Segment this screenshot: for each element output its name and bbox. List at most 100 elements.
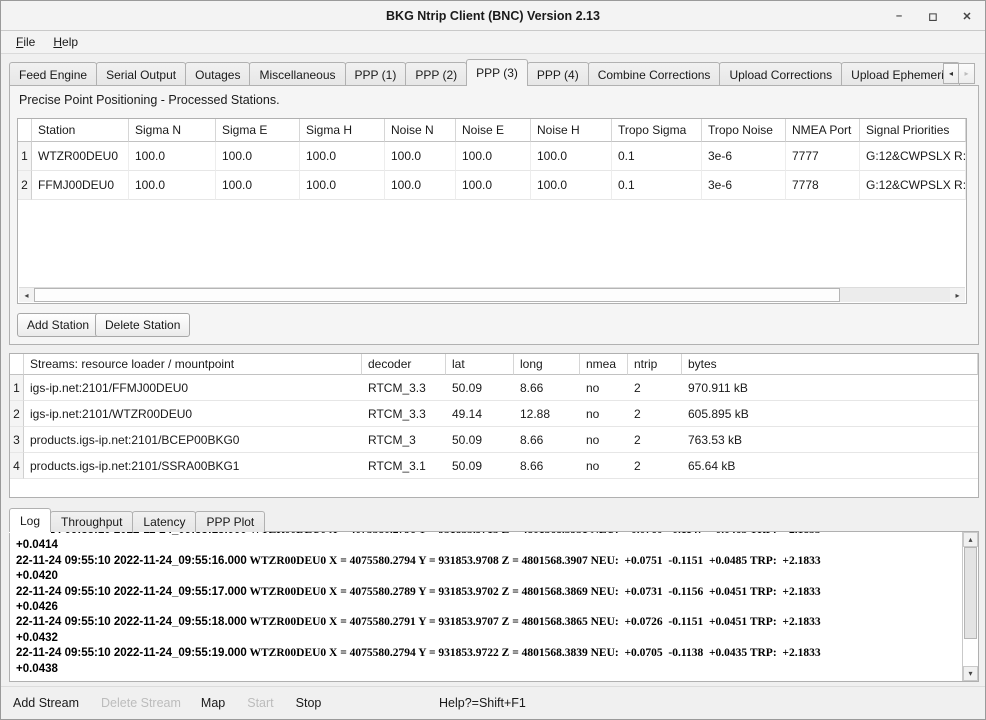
stop-button[interactable]: Stop	[292, 696, 326, 710]
cell-tropo-sigma[interactable]: 0.1	[612, 171, 702, 200]
tab-ppp-1[interactable]: PPP (1)	[345, 62, 407, 86]
column-header-station[interactable]: Station	[32, 119, 129, 142]
cell-decoder[interactable]: RTCM_3	[362, 427, 446, 453]
map-button[interactable]: Map	[197, 696, 229, 710]
cell-sigma-e[interactable]: 100.0	[216, 142, 300, 171]
column-header-sigma-h[interactable]: Sigma H	[300, 119, 385, 142]
hscroll-track[interactable]	[34, 288, 950, 302]
cell-long[interactable]: 8.66	[514, 375, 580, 401]
row-number[interactable]: 4	[10, 453, 24, 479]
cell-lat[interactable]: 50.09	[446, 453, 514, 479]
cell-bytes[interactable]: 763.53 kB	[682, 427, 978, 453]
cell-sigma-n[interactable]: 100.0	[129, 142, 216, 171]
tab-combine-corrections[interactable]: Combine Corrections	[588, 62, 721, 86]
cell-bytes[interactable]: 65.64 kB	[682, 453, 978, 479]
scroll-down-arrow-icon[interactable]: ▾	[963, 666, 978, 681]
minimize-icon[interactable]: –	[891, 8, 907, 24]
tab-outages[interactable]: Outages	[185, 62, 250, 86]
cell-station[interactable]: FFMJ00DEU0	[32, 171, 129, 200]
cell-noise-n[interactable]: 100.0	[385, 171, 456, 200]
row-number[interactable]: 1	[10, 375, 24, 401]
column-header-rownum[interactable]	[10, 354, 24, 375]
row-number[interactable]: 1	[18, 142, 32, 171]
delete-station-button[interactable]: Delete Station	[95, 313, 190, 337]
tab-ppp-4[interactable]: PPP (4)	[527, 62, 589, 86]
vscroll-thumb[interactable]	[964, 547, 977, 639]
cell-ntrip[interactable]: 2	[628, 427, 682, 453]
column-header-noise-e[interactable]: Noise E	[456, 119, 531, 142]
maximize-icon[interactable]: ◻	[925, 8, 941, 24]
column-header-signal-priorities[interactable]: Signal Priorities	[860, 119, 966, 142]
cell-lat[interactable]: 50.09	[446, 375, 514, 401]
cell-noise-e[interactable]: 100.0	[456, 142, 531, 171]
cell-long[interactable]: 8.66	[514, 427, 580, 453]
bottom-tab-ppp-plot[interactable]: PPP Plot	[195, 511, 265, 532]
cell-noise-e[interactable]: 100.0	[456, 171, 531, 200]
hscroll-thumb[interactable]	[34, 288, 840, 302]
cell-lat[interactable]: 49.14	[446, 401, 514, 427]
cell-bytes[interactable]: 970.911 kB	[682, 375, 978, 401]
cell-sigma-h[interactable]: 100.0	[300, 142, 385, 171]
row-number[interactable]: 3	[10, 427, 24, 453]
cell-signal-priorities[interactable]: G:12&CWPSLX R:12	[860, 171, 966, 200]
column-header-nmea[interactable]: nmea	[580, 354, 628, 375]
cell-nmea[interactable]: no	[580, 427, 628, 453]
row-number[interactable]: 2	[18, 171, 32, 200]
cell-signal-priorities[interactable]: G:12&CWPSLX R:12	[860, 142, 966, 171]
column-header-ntrip[interactable]: ntrip	[628, 354, 682, 375]
column-header-bytes[interactable]: bytes	[682, 354, 978, 375]
cell-noise-h[interactable]: 100.0	[531, 171, 612, 200]
cell-streams-resource-loader-mountpoint[interactable]: products.igs-ip.net:2101/BCEP00BKG0	[24, 427, 362, 453]
close-icon[interactable]: ✕	[959, 8, 975, 24]
bottom-tab-latency[interactable]: Latency	[132, 511, 196, 532]
bottom-tab-throughput[interactable]: Throughput	[50, 511, 133, 532]
column-header-rownum[interactable]	[18, 119, 32, 142]
stream-row[interactable]: 2igs-ip.net:2101/WTZR00DEU0RTCM_3.349.14…	[10, 401, 978, 427]
menu-item-help[interactable]: Help	[46, 33, 85, 51]
log-panel[interactable]: 22-11-24 09:55:10 2022-11-24_09:55:15.00…	[9, 531, 979, 682]
scroll-up-arrow-icon[interactable]: ▴	[963, 532, 978, 547]
cell-nmea[interactable]: no	[580, 375, 628, 401]
cell-tropo-noise[interactable]: 3e-6	[702, 171, 786, 200]
cell-lat[interactable]: 50.09	[446, 427, 514, 453]
bottom-tab-log[interactable]: Log	[9, 508, 51, 532]
tab-feed-engine[interactable]: Feed Engine	[9, 62, 97, 86]
log-vertical-scrollbar[interactable]: ▴ ▾	[962, 532, 978, 681]
cell-nmea-port[interactable]: 7778	[786, 171, 860, 200]
cell-station[interactable]: WTZR00DEU0	[32, 142, 129, 171]
cell-bytes[interactable]: 605.895 kB	[682, 401, 978, 427]
cell-nmea[interactable]: no	[580, 453, 628, 479]
tab-serial-output[interactable]: Serial Output	[96, 62, 186, 86]
tab-scroll-left-button[interactable]: ◂	[943, 63, 959, 84]
cell-sigma-n[interactable]: 100.0	[129, 171, 216, 200]
column-header-noise-n[interactable]: Noise N	[385, 119, 456, 142]
scroll-left-arrow-icon[interactable]: ◂	[19, 288, 34, 302]
add-stream-button[interactable]: Add Stream	[9, 696, 83, 710]
cell-ntrip[interactable]: 2	[628, 401, 682, 427]
tab-scroll-right-button[interactable]: ▸	[959, 63, 975, 84]
cell-ntrip[interactable]: 2	[628, 453, 682, 479]
stations-horizontal-scrollbar[interactable]: ◂ ▸	[19, 287, 965, 302]
station-row[interactable]: 1WTZR00DEU0100.0100.0100.0100.0100.0100.…	[18, 142, 966, 171]
cell-tropo-sigma[interactable]: 0.1	[612, 142, 702, 171]
cell-decoder[interactable]: RTCM_3.1	[362, 453, 446, 479]
cell-streams-resource-loader-mountpoint[interactable]: igs-ip.net:2101/WTZR00DEU0	[24, 401, 362, 427]
menu-item-file[interactable]: File	[9, 33, 42, 51]
column-header-sigma-n[interactable]: Sigma N	[129, 119, 216, 142]
title-bar[interactable]: BKG Ntrip Client (BNC) Version 2.13 – ◻ …	[1, 1, 985, 31]
cell-decoder[interactable]: RTCM_3.3	[362, 375, 446, 401]
cell-long[interactable]: 8.66	[514, 453, 580, 479]
add-station-button[interactable]: Add Station	[17, 313, 99, 337]
row-number[interactable]: 2	[10, 401, 24, 427]
column-header-tropo-noise[interactable]: Tropo Noise	[702, 119, 786, 142]
cell-tropo-noise[interactable]: 3e-6	[702, 142, 786, 171]
column-header-noise-h[interactable]: Noise H	[531, 119, 612, 142]
stream-row[interactable]: 1igs-ip.net:2101/FFMJ00DEU0RTCM_3.350.09…	[10, 375, 978, 401]
column-header-tropo-sigma[interactable]: Tropo Sigma	[612, 119, 702, 142]
column-header-long[interactable]: long	[514, 354, 580, 375]
cell-noise-n[interactable]: 100.0	[385, 142, 456, 171]
column-header-lat[interactable]: lat	[446, 354, 514, 375]
tab-upload-corrections[interactable]: Upload Corrections	[719, 62, 842, 86]
streams-table[interactable]: Streams: resource loader / mountpointdec…	[9, 353, 979, 498]
stations-table[interactable]: StationSigma NSigma ESigma HNoise NNoise…	[17, 118, 967, 304]
